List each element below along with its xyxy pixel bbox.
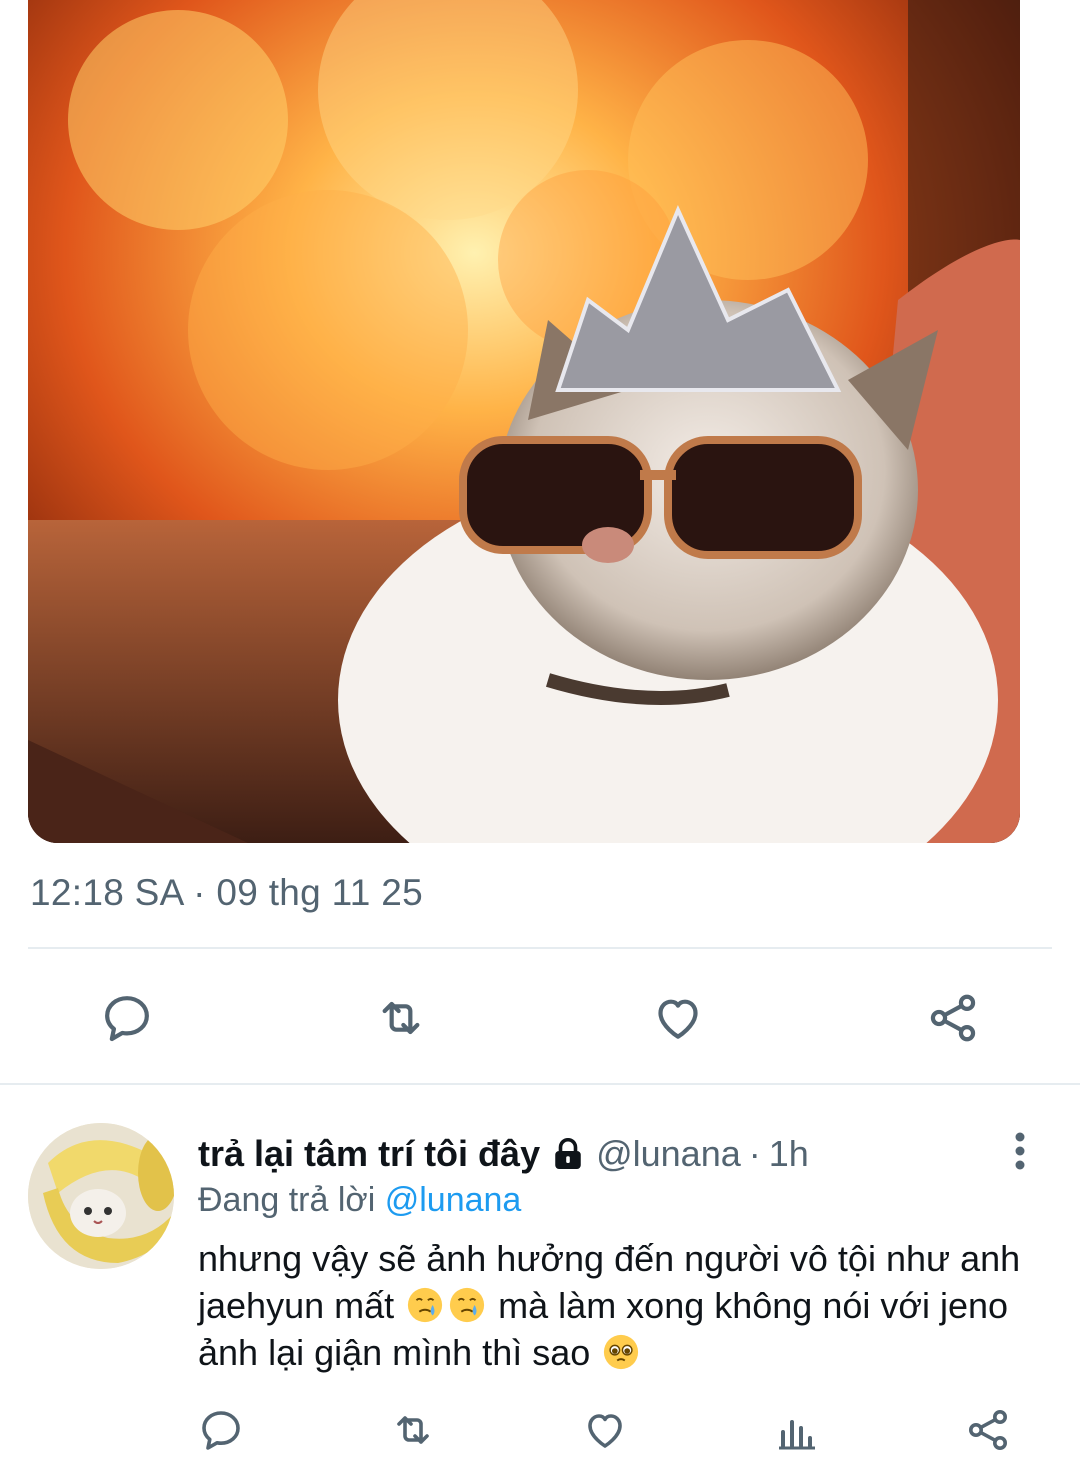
pleading-face-emoji: [604, 1334, 639, 1370]
reply-action-bar: [0, 1397, 1080, 1457]
share-button[interactable]: [920, 985, 986, 1051]
retweet-button[interactable]: [368, 985, 434, 1051]
separator: ·: [748, 1133, 761, 1174]
tweet-action-bar: [0, 985, 1080, 1051]
share-icon: [969, 1410, 1007, 1450]
replying-prefix: Đang trả lời: [198, 1181, 376, 1219]
more-options-icon[interactable]: [1002, 1129, 1038, 1173]
like-button[interactable]: [572, 1397, 638, 1463]
like-button[interactable]: [645, 985, 711, 1051]
reply-time[interactable]: 1h: [769, 1133, 809, 1175]
reply-icon: [105, 996, 149, 1042]
reply-tweet[interactable]: trả lại tâm trí tôi đây @lunana · 1h Đan…: [0, 1085, 1080, 1472]
like-icon: [658, 999, 698, 1039]
like-icon: [588, 1414, 622, 1448]
analytics-icon: [779, 1420, 815, 1450]
mention-link[interactable]: @lunana: [385, 1181, 522, 1219]
face-holding-back-tears-emoji: [408, 1287, 443, 1323]
retweet-button[interactable]: [380, 1397, 446, 1463]
avatar[interactable]: [28, 1123, 174, 1269]
banana-cat-avatar-image: [28, 1123, 174, 1269]
reply-button[interactable]: [94, 985, 160, 1051]
face-holding-back-tears-emoji: [450, 1287, 485, 1323]
lock-icon: [555, 1138, 581, 1169]
tweet-image[interactable]: [28, 0, 1020, 843]
display-name[interactable]: trả lại tâm trí tôi đây: [198, 1133, 540, 1175]
reply-icon: [202, 1411, 240, 1450]
retweet-icon: [382, 1001, 420, 1035]
reply-text: nhưng vậy sẽ ảnh hưởng đến người vô tội …: [198, 1235, 1038, 1376]
user-handle[interactable]: @lunana: [596, 1133, 741, 1175]
share-button[interactable]: [955, 1397, 1021, 1463]
replying-to: Đang trả lời @lunana: [198, 1181, 521, 1220]
analytics-button[interactable]: [764, 1397, 830, 1463]
retweet-icon: [397, 1416, 429, 1444]
cat-fire-image: [28, 0, 1020, 843]
share-icon: [930, 994, 976, 1042]
tweet-timestamp[interactable]: 12:18 SA · 09 thg 11 25: [30, 872, 423, 914]
reply-button[interactable]: [188, 1397, 254, 1463]
divider: [28, 947, 1052, 949]
reply-header: trả lại tâm trí tôi đây @lunana · 1h: [198, 1133, 809, 1175]
